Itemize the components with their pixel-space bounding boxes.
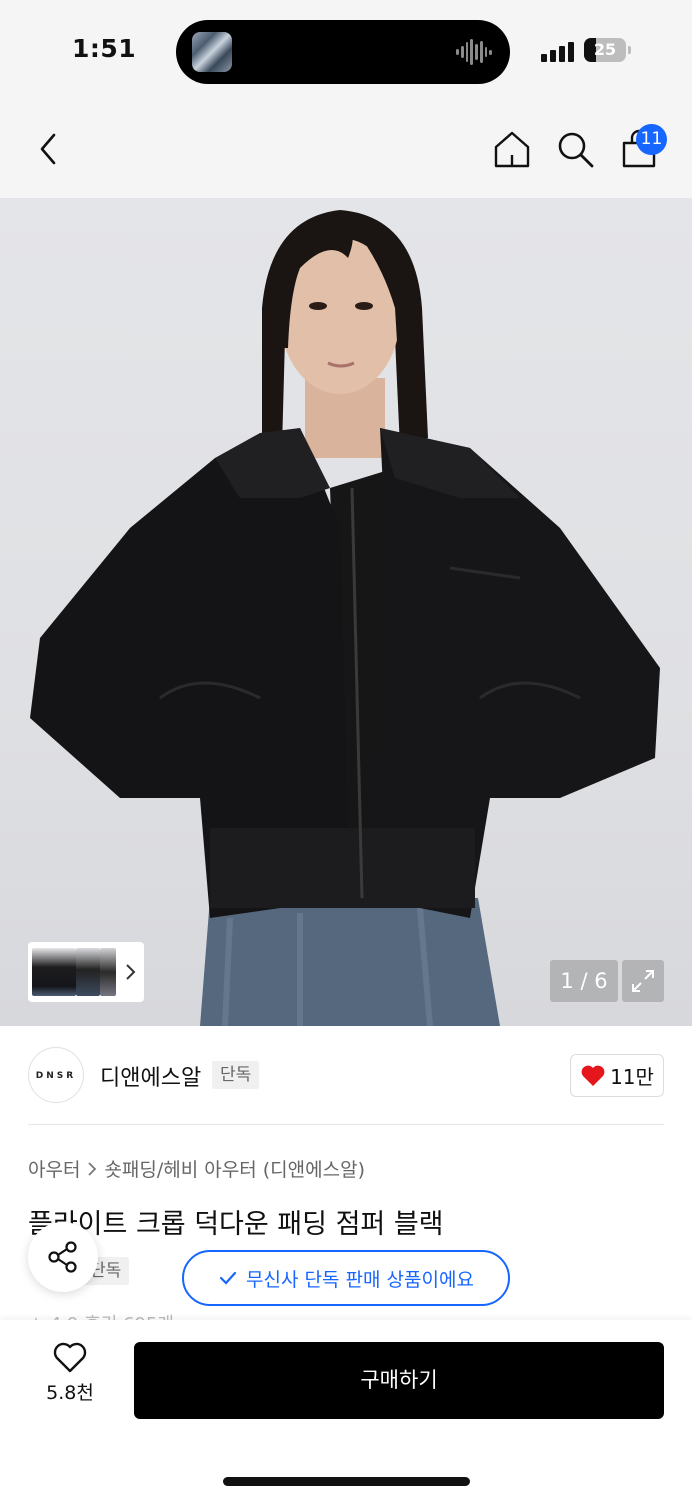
home-icon [494, 131, 530, 168]
chevron-right-icon [88, 1161, 97, 1176]
battery-tip [628, 46, 631, 54]
cart-count-badge: 11 [636, 124, 667, 155]
share-button[interactable] [28, 1222, 98, 1292]
thumbnail-image[interactable] [76, 948, 100, 996]
brand-exclusive-tag: 단독 [212, 1061, 260, 1089]
heart-outline-icon [53, 1342, 87, 1373]
brand-logo[interactable]: DNSR [28, 1047, 84, 1103]
battery-level: 25 [593, 40, 617, 59]
brand-name[interactable]: 디앤에스알 [100, 1060, 201, 1092]
heart-icon [581, 1065, 605, 1086]
island-media-thumbnail [192, 32, 232, 72]
brand-like-button[interactable]: 11만 [570, 1054, 664, 1097]
top-navigation-bar [0, 100, 692, 198]
check-icon [219, 1271, 237, 1285]
gallery-thumbnail-strip[interactable] [28, 942, 144, 1002]
bottom-action-bar: 5.8천 구매하기 [0, 1320, 692, 1500]
breadcrumb-item[interactable]: 아우터 [28, 1155, 80, 1182]
search-button[interactable] [553, 127, 597, 171]
dynamic-island[interactable] [176, 20, 510, 84]
fullscreen-button[interactable] [622, 960, 664, 1002]
breadcrumb: 아우터 숏패딩/헤비 아우터 (디앤에스알) [28, 1155, 365, 1182]
home-indicator[interactable] [223, 1477, 470, 1486]
back-button[interactable] [26, 127, 70, 171]
search-icon [558, 132, 594, 168]
wishlist-count: 5.8천 [46, 1382, 94, 1404]
chevron-right-icon[interactable] [122, 960, 138, 984]
breadcrumb-item[interactable]: 숏패딩/헤비 아우터 (디앤에스알) [104, 1155, 365, 1182]
divider [28, 1124, 664, 1125]
brand-like-count: 11만 [610, 1065, 654, 1089]
gallery-page-indicator: 1 / 6 [550, 960, 618, 1002]
buy-button[interactable]: 구매하기 [134, 1342, 664, 1419]
status-time: 1:51 [72, 34, 137, 63]
product-image-gallery[interactable]: 1 / 6 [0, 198, 692, 1026]
audio-wave-icon [456, 39, 492, 65]
exclusive-notice-text: 무신사 단독 판매 상품이에요 [246, 1268, 474, 1291]
status-bar: 1:51 25 [0, 0, 692, 100]
battery-icon: 25 [584, 38, 626, 62]
home-button[interactable] [490, 127, 534, 171]
expand-icon [632, 970, 654, 992]
exclusive-notice-pill[interactable]: 무신사 단독 판매 상품이에요 [182, 1250, 510, 1306]
cellular-signal-icon [541, 40, 577, 62]
thumbnail-image[interactable] [32, 948, 76, 996]
product-photo [30, 210, 660, 1026]
back-icon [40, 133, 56, 165]
wishlist-button[interactable]: 5.8천 [30, 1342, 110, 1418]
thumbnail-image[interactable] [100, 948, 116, 996]
share-icon [48, 1241, 77, 1273]
